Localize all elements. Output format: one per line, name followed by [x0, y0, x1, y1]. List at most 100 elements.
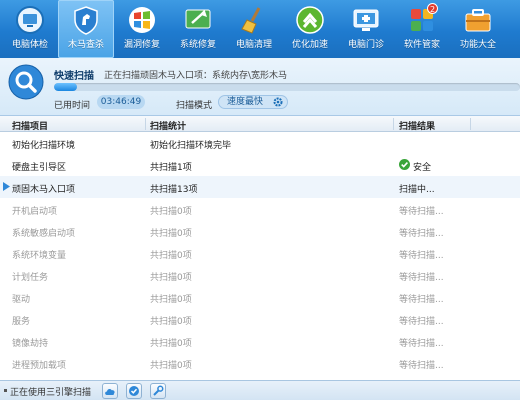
gear-icon[interactable]: [273, 97, 283, 107]
toolbar-item-trojan-scan[interactable]: 木马查杀: [58, 0, 114, 58]
row-result: 等待扫描...: [399, 339, 444, 349]
toolbar-item-cleanup[interactable]: 电脑清理: [226, 0, 282, 58]
toolbar-label: 功能大全: [459, 40, 496, 50]
toolbar-label: 电脑体检: [11, 40, 48, 50]
windows-logo-icon: [126, 4, 158, 36]
scan-progress-bar: [54, 83, 520, 91]
row-item: 硬盘主引导区: [12, 163, 67, 173]
notification-badge: 2: [427, 3, 438, 14]
toolbar-item-system-repair[interactable]: 系统修复: [170, 0, 226, 58]
table-row: 系统敏感启动项 共扫描0项 等待扫描...: [0, 220, 520, 242]
table-row: 进程预加载项 共扫描0项 等待扫描...: [0, 352, 520, 374]
scan-table-header: 扫描项目 扫描统计 扫描结果: [0, 116, 520, 132]
elapsed-time-label: 已用时间: [54, 101, 91, 111]
toolbar-label: 漏洞修复: [123, 40, 160, 50]
main-toolbar: 电脑体检 木马查杀 漏洞修复 系统修复 电脑清理 优化加速 电脑门诊 2 软件管…: [0, 0, 520, 58]
repair-tools-icon: [182, 4, 214, 36]
table-row: 计划任务 共扫描0项 等待扫描...: [0, 264, 520, 286]
monitor-check-icon: [14, 4, 46, 36]
row-item: 系统环境变量: [12, 251, 67, 261]
elapsed-time-value: 03:46:49: [97, 95, 145, 109]
toolbar-label: 优化加速: [291, 40, 328, 50]
column-divider: [145, 118, 146, 130]
toolbar-item-speedup[interactable]: 优化加速: [282, 0, 338, 58]
row-result: 安全: [413, 163, 432, 173]
scan-mode-label: 扫描模式: [176, 101, 213, 111]
row-stat: 初始化扫描环境完毕: [150, 141, 232, 151]
row-item: 顽固木马入口项: [12, 185, 76, 195]
row-item: 计划任务: [12, 273, 49, 283]
toolbar-label: 系统修复: [179, 40, 216, 50]
row-item: 系统敏感启动项: [12, 229, 76, 239]
row-result: 等待扫描...: [399, 361, 444, 371]
row-stat: 共扫描0项: [150, 339, 192, 349]
table-row: 顽固木马入口项 共扫描13项 扫描中...: [0, 176, 520, 198]
scan-status-text: 正在扫描顽固木马入口项：系统内存\宽形木马: [104, 71, 288, 81]
row-item: 镜像劫持: [12, 339, 49, 349]
speedup-arrows-icon: [294, 4, 326, 36]
table-row: 驱动 共扫描0项 等待扫描...: [0, 286, 520, 308]
qvm-engine-icon: [129, 386, 139, 396]
row-result: 扫描中...: [399, 185, 435, 195]
check-safe-icon: [399, 159, 410, 170]
row-stat: 共扫描0项: [150, 361, 192, 371]
shield-horse-icon: [70, 4, 102, 36]
row-stat: 共扫描0项: [150, 295, 192, 305]
scan-mode-selector[interactable]: 速度最快: [218, 95, 288, 109]
row-stat: 共扫描1项: [150, 163, 192, 173]
toolbar-item-clinic[interactable]: 电脑门诊: [338, 0, 394, 58]
magnifier-scan-icon: [8, 64, 44, 100]
status-footer: 正在使用三引擎扫描: [0, 380, 520, 400]
row-stat: 共扫描0项: [150, 317, 192, 327]
row-stat: 共扫描0项: [150, 229, 192, 239]
row-stat: 共扫描0项: [150, 207, 192, 217]
row-result: 等待扫描...: [399, 273, 444, 283]
current-item-arrow-icon: [3, 182, 10, 191]
row-result: 等待扫描...: [399, 295, 444, 305]
table-row: 初始化扫描环境 初始化扫描环境完毕: [0, 132, 520, 154]
toolbar-item-all-features[interactable]: 功能大全: [450, 0, 506, 58]
row-item: 服务: [12, 317, 31, 327]
table-row: 开机启动项 共扫描0项 等待扫描...: [0, 198, 520, 220]
scan-progress-fill: [54, 83, 78, 91]
row-result: 等待扫描...: [399, 317, 444, 327]
cloud-engine-icon: [105, 388, 115, 395]
repair-engine-icon: [153, 385, 164, 396]
scan-status-panel: 快速扫描 正在扫描顽固木马入口项：系统内存\宽形木马 已用时间 03:46:49…: [0, 58, 520, 116]
qvm-engine-button[interactable]: [126, 383, 142, 399]
row-result: 等待扫描...: [399, 207, 444, 217]
row-item: 进程预加载项: [12, 361, 67, 371]
column-divider: [470, 118, 471, 130]
row-stat: 共扫描0项: [150, 273, 192, 283]
scan-mode-value: 速度最快: [227, 97, 264, 107]
row-result: 等待扫描...: [399, 229, 444, 239]
column-header-stat: 扫描统计: [150, 122, 187, 132]
bullet-icon: [4, 389, 7, 392]
toolbar-item-vuln-fix[interactable]: 漏洞修复: [114, 0, 170, 58]
cloud-engine-button[interactable]: [102, 383, 118, 399]
toolbar-label: 电脑清理: [235, 40, 272, 50]
row-item: 驱动: [12, 295, 31, 305]
toolbar-label: 软件管家: [403, 40, 440, 50]
repair-engine-button[interactable]: [150, 383, 166, 399]
toolbar-item-software-manager[interactable]: 2 软件管家: [394, 0, 450, 58]
toolbar-label: 电脑门诊: [347, 40, 384, 50]
column-header-item: 扫描项目: [12, 122, 49, 132]
column-header-result: 扫描结果: [399, 122, 436, 132]
table-row: 镜像劫持 共扫描0项 等待扫描...: [0, 330, 520, 352]
row-stat: 共扫描13项: [150, 185, 198, 195]
toolbar-item-checkup[interactable]: 电脑体检: [2, 0, 58, 58]
clinic-monitor-icon: [350, 4, 382, 36]
row-item: 开机启动项: [12, 207, 58, 217]
row-stat: 共扫描0项: [150, 251, 192, 261]
table-row: 系统环境变量 共扫描0项 等待扫描...: [0, 242, 520, 264]
scan-title: 快速扫描: [54, 71, 94, 82]
row-item: 初始化扫描环境: [12, 141, 76, 151]
column-divider: [393, 118, 394, 130]
table-row: 硬盘主引导区 共扫描1项 安全: [0, 154, 520, 176]
row-result: 等待扫描...: [399, 251, 444, 261]
toolbox-icon: [462, 4, 494, 36]
engine-status-text: 正在使用三引擎扫描: [10, 388, 92, 398]
toolbar-label: 木马查杀: [67, 40, 104, 50]
broom-icon: [238, 4, 270, 36]
